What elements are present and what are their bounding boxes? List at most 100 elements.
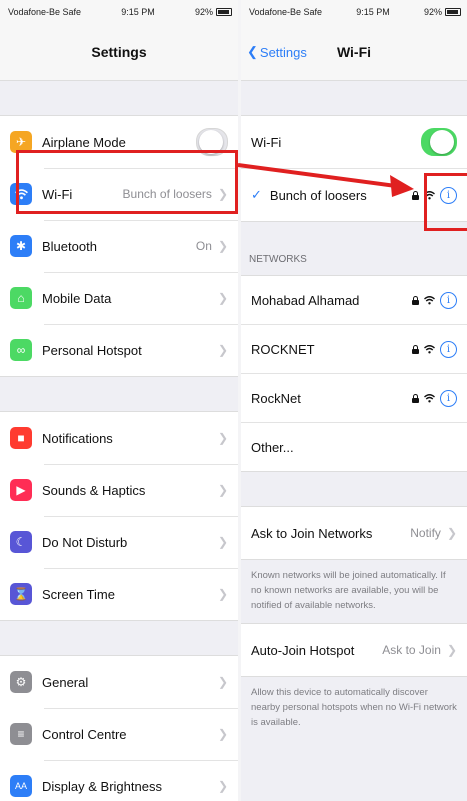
network-name: ROCKNET bbox=[251, 341, 315, 357]
carrier-label: Vodafone-Be Safe bbox=[249, 7, 323, 17]
chevron-right-icon: ❯ bbox=[217, 779, 228, 793]
settings-group-general: ⚙ General ❯ ≡ Control Centre ❯ AA Display & Bri… bbox=[0, 655, 238, 801]
moon-icon: ☾ bbox=[10, 531, 32, 553]
wifi-signal-icon bbox=[424, 190, 435, 199]
chevron-right-icon: ❯ bbox=[217, 187, 228, 201]
notifications-icon: ■ bbox=[10, 427, 32, 449]
carrier-label: Vodafone-Be Safe bbox=[8, 7, 82, 17]
wifi-signal-icon bbox=[424, 295, 435, 304]
settings-row-value: On bbox=[195, 239, 212, 253]
settings-row-label: Notifications bbox=[42, 430, 113, 446]
ask-to-join-footer: Known networks will be joined automatica… bbox=[251, 570, 446, 611]
wifi-group: Wi-Fi ✓ Bunch of loosers i bbox=[241, 115, 467, 222]
settings-row-control-centre[interactable]: ≡ Control Centre ❯ bbox=[0, 708, 238, 760]
lock-icon bbox=[412, 190, 419, 200]
settings-row-label: Personal Hotspot bbox=[42, 342, 142, 358]
battery-indicator: 92% bbox=[195, 7, 232, 17]
network-row[interactable]: ROCKNET i bbox=[241, 324, 467, 373]
battery-indicator: 92% bbox=[424, 7, 461, 17]
settings-row-label: General bbox=[42, 674, 89, 690]
antenna-icon: ⌂ bbox=[10, 287, 32, 309]
chevron-right-icon: ❯ bbox=[217, 535, 228, 549]
wifi-signal-icon bbox=[424, 393, 435, 402]
navigation-bar: ❮ Settings Wi-Fi bbox=[241, 24, 467, 81]
lock-icon bbox=[412, 393, 419, 403]
network-row[interactable]: Mohabad Alhamad i bbox=[241, 276, 467, 324]
network-name: Mohabad Alhamad bbox=[251, 292, 360, 308]
wifi-screen: Vodafone-Be Safe 9:15 PM 92% ❮ Settings W… bbox=[241, 0, 467, 801]
connected-network-name: Bunch of loosers bbox=[269, 187, 367, 203]
settings-row-mobile-data[interactable]: ⌂ Mobile Data ❯ bbox=[0, 272, 238, 324]
info-icon[interactable]: i bbox=[440, 291, 457, 309]
battery-percent: 92% bbox=[423, 7, 442, 17]
status-time: 9:15 PM bbox=[121, 7, 155, 17]
chevron-right-icon: ❯ bbox=[217, 483, 228, 497]
network-status-icons: i bbox=[412, 291, 457, 309]
battery-icon bbox=[216, 8, 232, 16]
page-title: Wi-Fi bbox=[336, 44, 372, 60]
other-network-label: Other... bbox=[251, 439, 294, 455]
ask-to-join-group: Ask to Join Networks Notify ❯ bbox=[241, 506, 467, 560]
settings-row-do-not-disturb[interactable]: ☾ Do Not Disturb ❯ bbox=[0, 516, 238, 568]
settings-row-display-brightness[interactable]: AA Display & Brightness ❯ bbox=[0, 760, 238, 801]
settings-row-label: Mobile Data bbox=[42, 290, 112, 306]
gear-icon: ⚙ bbox=[10, 671, 32, 693]
switches-icon: ≡ bbox=[10, 723, 32, 745]
settings-row-screen-time[interactable]: ⌛ Screen Time ❯ bbox=[0, 568, 238, 620]
network-row[interactable]: RockNet i bbox=[241, 373, 467, 422]
battery-percent: 92% bbox=[194, 7, 213, 17]
connected-network-row[interactable]: ✓ Bunch of loosers i bbox=[241, 168, 467, 221]
chevron-right-icon: ❯ bbox=[217, 727, 228, 741]
info-icon[interactable]: i bbox=[440, 389, 457, 407]
ask-to-join-value: Notify bbox=[410, 526, 441, 540]
ask-to-join-row[interactable]: Ask to Join Networks Notify ❯ bbox=[241, 507, 467, 559]
settings-row-label: Bluetooth bbox=[42, 238, 97, 254]
auto-join-group: Auto-Join Hotspot Ask to Join ❯ bbox=[241, 623, 467, 677]
wifi-toggle-row: Wi-Fi bbox=[241, 116, 467, 168]
speaker-icon: ▶ bbox=[10, 479, 32, 501]
auto-join-row[interactable]: Auto-Join Hotspot Ask to Join ❯ bbox=[241, 624, 467, 676]
settings-row-general[interactable]: ⚙ General ❯ bbox=[0, 656, 238, 708]
chevron-right-icon: ❯ bbox=[446, 526, 457, 540]
auto-join-footer: Allow this device to automatically disco… bbox=[251, 687, 457, 728]
networks-list: Mohabad Alhamad i ROCKNET i RockNet i Other... bbox=[241, 275, 467, 472]
airplane-mode-toggle[interactable] bbox=[196, 128, 228, 156]
settings-row-label: Sounds & Haptics bbox=[42, 482, 146, 498]
other-network-row[interactable]: Other... bbox=[241, 422, 467, 471]
chevron-right-icon: ❯ bbox=[217, 343, 228, 357]
settings-group-connectivity: ✈ Airplane Mode Wi-Fi Bunch of loosers ❯ ✱ Blu… bbox=[0, 115, 238, 377]
settings-row-wi-fi[interactable]: Wi-Fi Bunch of loosers ❯ bbox=[0, 168, 238, 220]
settings-row-sounds-haptics[interactable]: ▶ Sounds & Haptics ❯ bbox=[0, 464, 238, 516]
display-icon: AA bbox=[10, 775, 32, 797]
settings-row-notifications[interactable]: ■ Notifications ❯ bbox=[0, 412, 238, 464]
networks-section-header: NETWORKS bbox=[249, 254, 307, 265]
hourglass-icon: ⌛ bbox=[10, 583, 32, 605]
chevron-right-icon: ❯ bbox=[217, 239, 228, 253]
lock-icon bbox=[412, 344, 419, 354]
hotspot-icon: ∞ bbox=[10, 339, 32, 361]
settings-row-label: Wi-Fi bbox=[42, 186, 73, 202]
settings-row-label: Display & Brightness bbox=[42, 778, 162, 794]
auto-join-label: Auto-Join Hotspot bbox=[251, 642, 355, 658]
settings-row-airplane-mode[interactable]: ✈ Airplane Mode bbox=[0, 116, 238, 168]
wifi-label: Wi-Fi bbox=[251, 134, 282, 150]
page-title: Settings bbox=[91, 44, 147, 60]
info-icon[interactable]: i bbox=[440, 186, 457, 204]
back-button[interactable]: ❮ Settings bbox=[247, 44, 307, 60]
wifi-icon bbox=[10, 183, 32, 205]
settings-row-label: Do Not Disturb bbox=[42, 534, 128, 550]
wifi-toggle[interactable] bbox=[421, 128, 457, 156]
status-bar: Vodafone-Be Safe 9:15 PM 92% bbox=[0, 0, 238, 24]
battery-icon bbox=[445, 8, 461, 16]
info-icon[interactable]: i bbox=[440, 340, 457, 358]
settings-row-personal-hotspot[interactable]: ∞ Personal Hotspot ❯ bbox=[0, 324, 238, 376]
chevron-right-icon: ❯ bbox=[217, 675, 228, 689]
network-status-icons: i bbox=[412, 389, 457, 407]
settings-row-bluetooth[interactable]: ✱ Bluetooth On ❯ bbox=[0, 220, 238, 272]
lock-icon bbox=[412, 295, 419, 305]
